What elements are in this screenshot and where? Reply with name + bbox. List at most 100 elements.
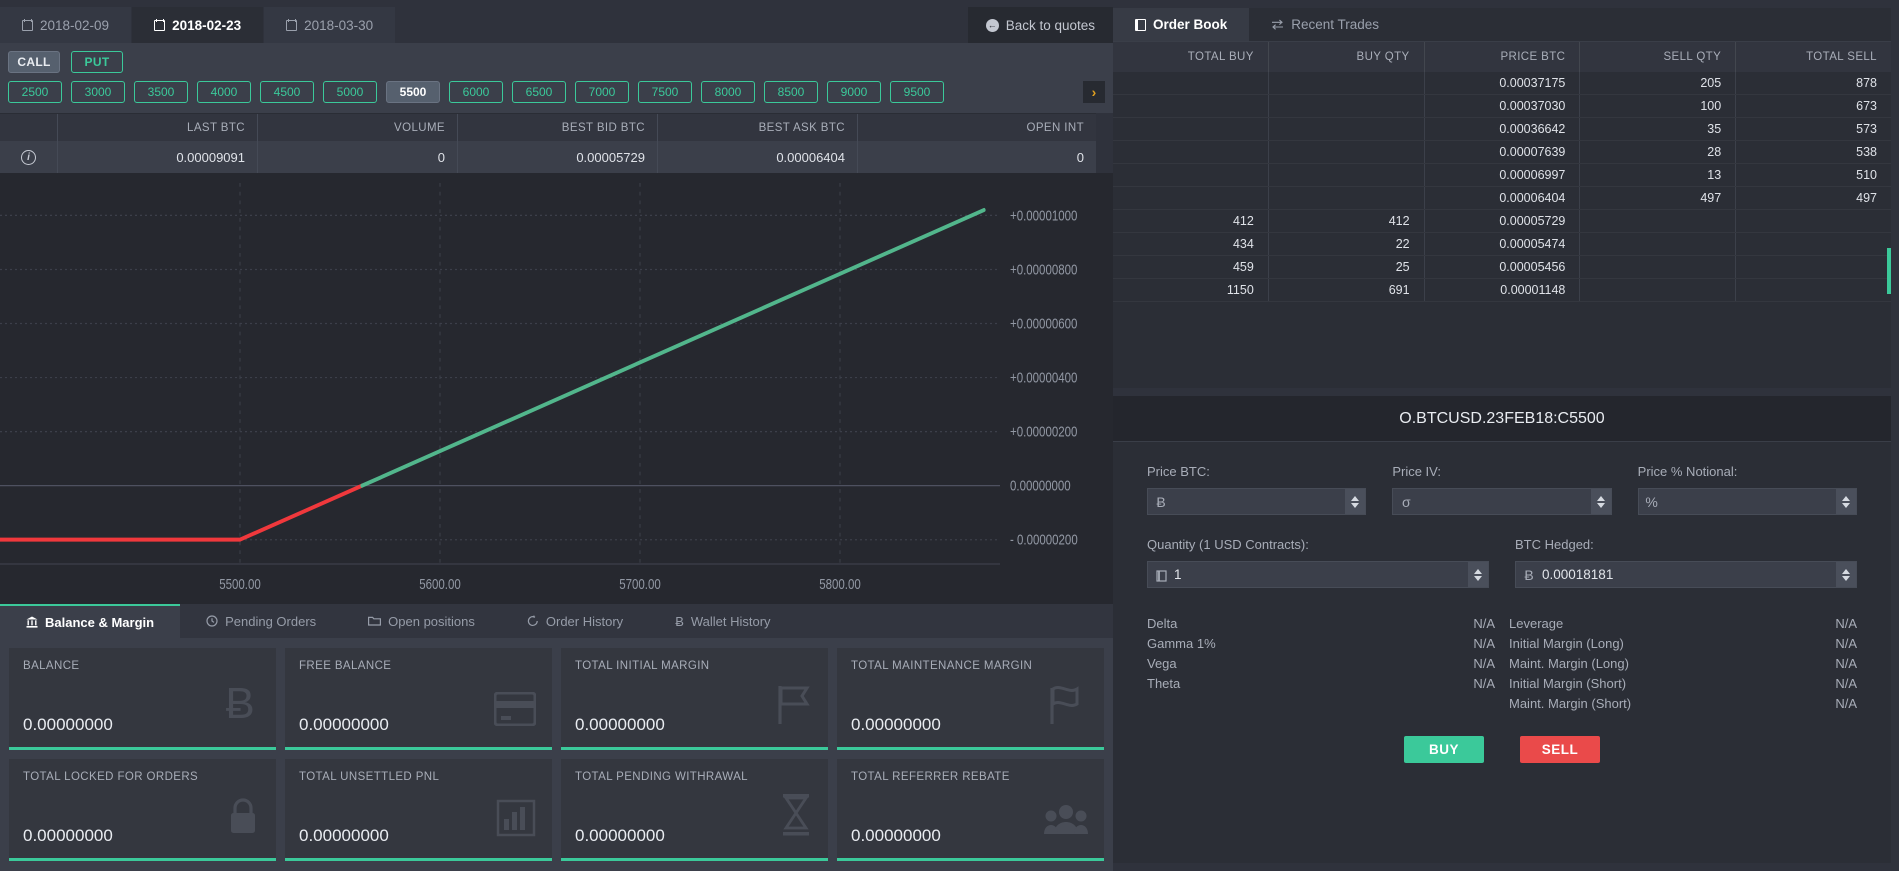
price-notional-stepper[interactable] — [1835, 489, 1856, 514]
order-book-rows[interactable]: 0.00037175 205 878 0.00037030 100 673 0.000366… — [1113, 72, 1891, 388]
cell-total-buy: 459 — [1113, 256, 1269, 278]
quantity-input[interactable]: 1 — [1147, 561, 1489, 588]
expiry-tab-2[interactable]: 2018-03-30 — [264, 7, 397, 43]
order-book-scrollbar[interactable] — [1887, 248, 1891, 294]
tab-order-book[interactable]: Order Book — [1113, 8, 1250, 41]
strike-button-7500[interactable]: 7500 — [638, 81, 692, 103]
cell-price: 0.00005474 — [1425, 233, 1581, 255]
strike-button-5000[interactable]: 5000 — [323, 81, 377, 103]
cell-buy-qty — [1269, 187, 1425, 209]
put-button[interactable]: PUT — [71, 51, 123, 73]
cell-total-buy — [1113, 95, 1269, 117]
order-book-row[interactable]: 0.00037030 100 673 — [1113, 95, 1891, 118]
order-book-row[interactable]: 0.00037175 205 878 — [1113, 72, 1891, 95]
tab-recent-trades[interactable]: Recent Trades — [1249, 8, 1401, 41]
cell-sell-qty: 35 — [1580, 118, 1737, 140]
cell-total-sell: 573 — [1856, 122, 1877, 136]
greek-label: Delta — [1147, 616, 1178, 631]
order-book-row[interactable]: 0.00006404 497 497 — [1113, 187, 1891, 210]
order-book-row[interactable]: 434 22 0.00005474 — [1113, 233, 1891, 256]
strike-button-3000[interactable]: 3000 — [71, 81, 125, 103]
quantity-stepper[interactable] — [1468, 562, 1488, 587]
order-book-row[interactable]: 0.00006997 13 510 — [1113, 164, 1891, 187]
greek-label: Initial Margin (Short) — [1509, 676, 1627, 691]
info-icon[interactable]: i — [21, 149, 36, 165]
svg-text:0.00000000: 0.00000000 — [1010, 477, 1071, 494]
strike-button-6000[interactable]: 6000 — [449, 81, 503, 103]
balance-card-total-referrer-rebate: TOTAL REFERRER REBATE 0.00000000 — [837, 759, 1104, 861]
instrument-title: O.BTCUSD.23FEB18:C5500 — [1113, 396, 1891, 442]
strike-button-8000[interactable]: 8000 — [701, 81, 755, 103]
cell-total-sell — [1736, 233, 1891, 255]
order-book-row[interactable]: 459 25 0.00005456 — [1113, 256, 1891, 279]
tab-open-positions[interactable]: Open positions — [342, 604, 501, 638]
quote-value-best-ask: 0.00006404 — [658, 141, 858, 173]
greeks-column-right: Leverage N/A Initial Margin (Long) N/A Maint… — [1509, 614, 1857, 714]
book-icon — [1135, 18, 1146, 31]
strike-button-5500[interactable]: 5500 — [386, 81, 440, 103]
strike-button-6500[interactable]: 6500 — [512, 81, 566, 103]
hedged-stepper[interactable] — [1836, 562, 1856, 587]
price-iv-input[interactable]: σ — [1392, 488, 1612, 515]
back-to-quotes-button[interactable]: ← Back to quotes — [967, 7, 1113, 43]
account-tab-bar: Balance & Margin Pending Orders Open pos… — [0, 604, 1113, 638]
cell-total-sell: 878 — [1856, 76, 1877, 90]
back-to-quotes-label: Back to quotes — [1005, 17, 1095, 33]
strike-button-4500[interactable]: 4500 — [260, 81, 314, 103]
strike-button-9500[interactable]: 9500 — [890, 81, 944, 103]
call-button[interactable]: CALL — [8, 51, 60, 73]
cell-sell-qty — [1580, 279, 1737, 301]
cell-buy-qty: 22 — [1269, 233, 1425, 255]
cell-sell-qty — [1580, 256, 1737, 278]
tab-wallet-history[interactable]: Ƀ Wallet History — [649, 604, 797, 638]
tab-label: Order History — [545, 613, 624, 629]
order-book-row[interactable]: 1150 691 0.00001148 — [1113, 279, 1891, 302]
price-btc-input[interactable]: Ƀ — [1147, 488, 1367, 515]
expiry-tab-1[interactable]: 2018-02-23 — [132, 7, 265, 43]
order-book-row[interactable]: 0.00036642 35 573 — [1113, 118, 1891, 141]
strike-button-2500[interactable]: 2500 — [8, 81, 62, 103]
price-iv-stepper[interactable] — [1590, 489, 1611, 514]
quantity-field-wrap: Quantity (1 USD Contracts): 1 — [1147, 537, 1489, 588]
price-iv-field-wrap: Price IV: σ — [1392, 464, 1612, 515]
tab-pending-orders[interactable]: Pending Orders — [180, 604, 343, 638]
strike-next-button[interactable]: › — [1083, 81, 1105, 103]
sell-button[interactable]: SELL — [1520, 736, 1600, 763]
strike-button-3500[interactable]: 3500 — [134, 81, 188, 103]
greek-label: Leverage — [1509, 616, 1564, 631]
cell-sell-qty: 205 — [1580, 72, 1737, 94]
strike-button-9000[interactable]: 9000 — [827, 81, 881, 103]
bitcoin-icon: Ƀ — [675, 613, 684, 629]
tab-label: Recent Trades — [1291, 17, 1380, 32]
cell-buy-qty: 412 — [1269, 210, 1425, 232]
greek-label: Vega — [1147, 656, 1177, 671]
buy-button[interactable]: BUY — [1404, 736, 1484, 763]
quantity-value: 1 — [1174, 567, 1182, 582]
quote-info-cell[interactable]: i — [0, 141, 58, 173]
tab-balance-margin[interactable]: Balance & Margin — [0, 604, 181, 638]
greek-row-gamma-1-: Gamma 1% N/A — [1147, 634, 1495, 654]
price-notional-input[interactable]: % — [1637, 488, 1857, 515]
strike-button-8500[interactable]: 8500 — [764, 81, 818, 103]
arrow-left-circle-icon: ← — [985, 18, 999, 32]
bitcoin-icon: Ƀ — [1524, 566, 1534, 583]
users-icon — [1044, 803, 1088, 842]
cell-total-buy: 412 — [1113, 210, 1269, 232]
tab-order-history[interactable]: Order History — [500, 604, 650, 638]
option-selector-panel: CALL PUT 2500 3000 3500 4000 4500 5000 5500 600… — [0, 43, 1113, 113]
cell-price: 0.00005729 — [1425, 210, 1581, 232]
cell-total-sell: 538 — [1856, 145, 1877, 159]
order-action-row: BUY SELL — [1147, 714, 1857, 781]
strike-button-4000[interactable]: 4000 — [197, 81, 251, 103]
payoff-chart-svg: +0.00001000 +0.00000800 +0.00000600 +0.0000… — [0, 173, 1113, 604]
order-entry-body: Price BTC: Ƀ Price IV: σ Price % Notiona… — [1113, 442, 1891, 863]
balance-card-total-unsettled-pnl: TOTAL UNSETTLED PNL 0.00000000 — [285, 759, 552, 861]
order-book-row[interactable]: 0.00007639 28 538 — [1113, 141, 1891, 164]
hedged-input[interactable]: Ƀ 0.00018181 — [1515, 561, 1857, 588]
price-btc-stepper[interactable] — [1345, 489, 1366, 514]
strike-button-7000[interactable]: 7000 — [575, 81, 629, 103]
flag-wave-icon — [1048, 684, 1088, 731]
order-book-row[interactable]: 412 412 0.00005729 — [1113, 210, 1891, 233]
expiry-tab-0[interactable]: 2018-02-09 — [0, 7, 133, 43]
quantity-label: Quantity (1 USD Contracts): — [1147, 537, 1309, 552]
